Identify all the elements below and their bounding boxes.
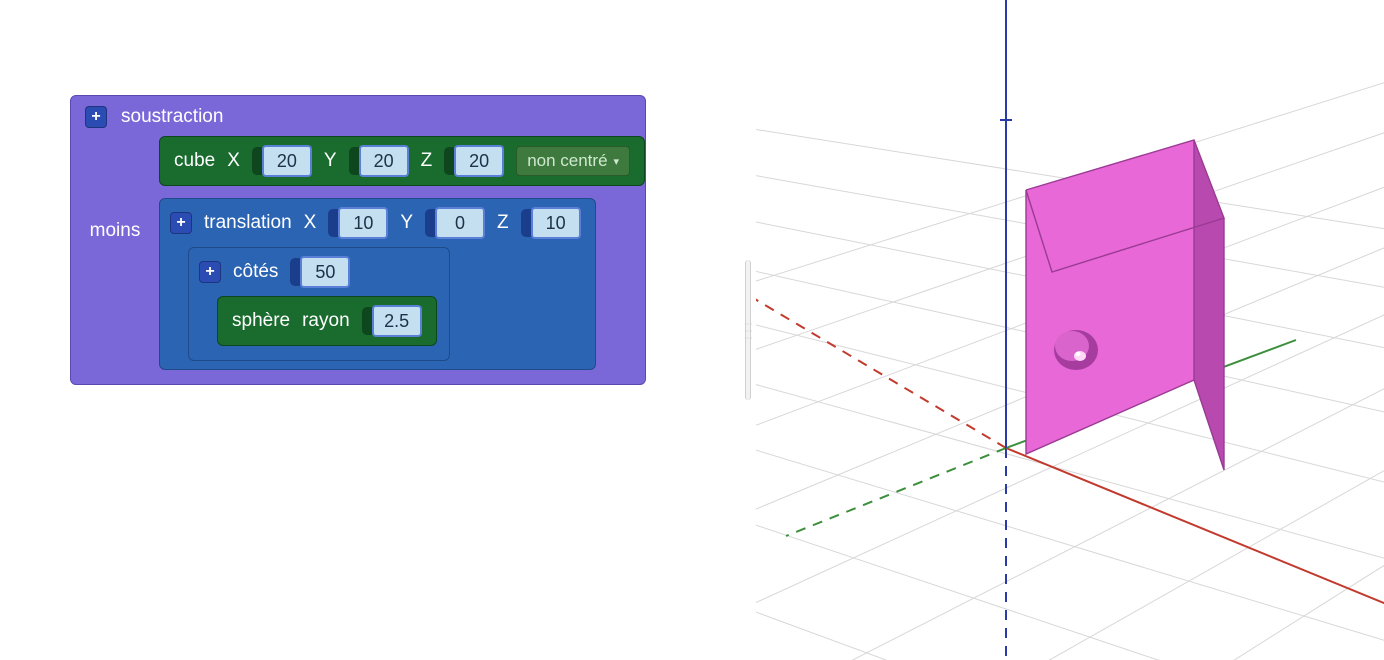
soustraction-label: soustraction: [121, 106, 223, 128]
block-sphere[interactable]: sphère rayon: [217, 296, 437, 346]
viewport-3d[interactable]: [756, 0, 1384, 660]
cube-x-label: X: [227, 150, 240, 172]
blocks-editor[interactable]: + soustraction moins cube X Y: [0, 0, 740, 660]
expand-icon[interactable]: +: [170, 212, 192, 234]
cotes-label: côtés: [233, 261, 278, 283]
cube-x-input[interactable]: [252, 145, 312, 177]
translation-label: translation: [204, 212, 292, 234]
cotes-input[interactable]: [290, 256, 350, 288]
translation-x-input[interactable]: [328, 207, 388, 239]
rendered-cube: [1026, 140, 1224, 470]
cube-y-input[interactable]: [349, 145, 409, 177]
cube-z-input[interactable]: [444, 145, 504, 177]
axis-x: [1006, 448, 1384, 608]
sphere-label: sphère: [232, 310, 290, 332]
cube-z-label: Z: [421, 150, 433, 172]
translation-x-label: X: [304, 212, 317, 234]
block-cube[interactable]: cube X Y Z non centré: [159, 136, 645, 186]
block-cotes[interactable]: + côtés sphère rayon: [188, 247, 450, 361]
expand-icon[interactable]: +: [199, 261, 221, 283]
translation-y-input[interactable]: [425, 207, 485, 239]
scene-svg: [756, 0, 1384, 660]
translation-y-label: Y: [400, 212, 413, 234]
cube-y-label: Y: [324, 150, 337, 172]
cube-label: cube: [174, 150, 215, 172]
pane-splitter[interactable]: ⋮⋮⋮: [740, 0, 756, 660]
grip-icon: ⋮⋮⋮: [744, 320, 753, 341]
translation-z-input[interactable]: [521, 207, 581, 239]
sphere-rayon-label: rayon: [302, 310, 350, 332]
cube-centering-dropdown[interactable]: non centré: [516, 146, 630, 176]
block-soustraction[interactable]: + soustraction moins cube X Y: [70, 95, 646, 385]
block-translation[interactable]: + translation X Y Z: [159, 198, 596, 370]
sphere-rayon-input[interactable]: [362, 305, 422, 337]
expand-icon[interactable]: +: [85, 106, 107, 128]
moins-label: moins: [90, 220, 141, 242]
translation-z-label: Z: [497, 212, 509, 234]
